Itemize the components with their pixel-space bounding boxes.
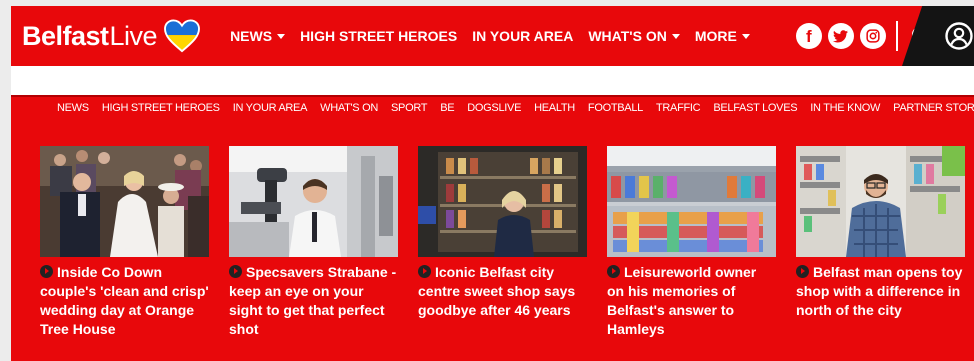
story-card[interactable]: Inside Co Down couple's 'clean and crisp…	[40, 146, 209, 339]
content-section: NEWS HIGH STREET HEROES IN YOUR AREA WHA…	[11, 95, 974, 361]
subnav-dogslive[interactable]: DOGSLIVE	[467, 102, 521, 114]
subnav-football[interactable]: FOOTBALL	[588, 102, 643, 114]
story-headline[interactable]: Belfast man opens toy shop with a differ…	[796, 263, 965, 320]
subnav-be[interactable]: BE	[440, 102, 454, 114]
story-headline[interactable]: Leisureworld owner on his memories of Be…	[607, 263, 776, 339]
story-card[interactable]: Leisureworld owner on his memories of Be…	[607, 146, 776, 339]
subnav-partner-stories[interactable]: PARTNER STORIES	[893, 102, 974, 114]
play-icon	[796, 265, 809, 278]
sweet-shop-photo[interactable]	[418, 146, 587, 257]
story-headline-text: Leisureworld owner on his memories of Be…	[607, 264, 757, 337]
white-spacer-bar	[11, 66, 974, 95]
nav-whats-on[interactable]: WHAT'S ON	[588, 28, 680, 44]
site-logo[interactable]: Belfast Live	[22, 19, 201, 53]
twitter-bird-icon	[833, 29, 849, 42]
nav-news-label: NEWS	[230, 28, 273, 44]
story-headline-text: Specsavers Strabane - keep an eye on you…	[229, 264, 397, 337]
facebook-glyph: f	[806, 27, 812, 46]
story-card[interactable]: Iconic Belfast city centre sweet shop sa…	[418, 146, 587, 339]
play-icon	[40, 265, 53, 278]
subnav-in-the-know[interactable]: IN THE KNOW	[810, 102, 880, 114]
main-navigation: NEWS HIGH STREET HEROES IN YOUR AREA WHA…	[230, 28, 750, 44]
nav-news[interactable]: NEWS	[230, 28, 286, 44]
optician-photo[interactable]	[229, 146, 398, 257]
logo-text-live: Live	[109, 20, 158, 51]
subnav-health[interactable]: HEALTH	[534, 102, 575, 114]
divider	[895, 21, 898, 51]
toy-store-photo[interactable]	[607, 146, 776, 257]
ukraine-heart-icon	[164, 19, 201, 53]
story-headline-text: Iconic Belfast city centre sweet shop sa…	[418, 264, 576, 318]
story-headline-text: Inside Co Down couple's 'clean and crisp…	[40, 264, 209, 337]
play-icon	[418, 265, 431, 278]
chevron-down-icon	[741, 33, 750, 39]
nav-more-label: MORE	[694, 28, 737, 44]
account-icon[interactable]	[945, 22, 973, 50]
subnav-high-street-heroes[interactable]: HIGH STREET HEROES	[102, 102, 220, 114]
play-icon	[229, 265, 242, 278]
divider	[11, 95, 974, 97]
subnav-sport[interactable]: SPORT	[391, 102, 428, 114]
story-headline-text: Belfast man opens toy shop with a differ…	[796, 264, 963, 318]
nav-high-street-heroes-label: HIGH STREET HEROES	[300, 28, 458, 44]
instagram-camera-icon	[866, 29, 880, 43]
subnav-news[interactable]: NEWS	[57, 102, 89, 114]
chevron-down-icon	[671, 33, 680, 39]
story-headline[interactable]: Inside Co Down couple's 'clean and crisp…	[40, 263, 209, 339]
nav-more[interactable]: MORE	[695, 28, 750, 44]
nav-in-your-area-label: IN YOUR AREA	[472, 28, 574, 44]
subnav-belfast-loves[interactable]: BELFAST LOVES	[713, 102, 797, 114]
subnav-traffic[interactable]: TRAFFIC	[656, 102, 701, 114]
story-card[interactable]: Belfast man opens toy shop with a differ…	[796, 146, 965, 339]
wedding-photo[interactable]	[40, 146, 209, 257]
top-navigation-bar: Belfast Live NEWS HIGH STREET HEROES IN Y…	[11, 6, 974, 66]
story-cards: Inside Co Down couple's 'clean and crisp…	[40, 146, 965, 339]
chevron-down-icon	[277, 33, 286, 39]
toy-shop-owner-photo[interactable]	[796, 146, 965, 257]
twitter-icon[interactable]	[827, 23, 854, 49]
logo-text-belfast: Belfast	[22, 20, 109, 51]
story-headline[interactable]: Iconic Belfast city centre sweet shop sa…	[418, 263, 587, 320]
social-links: f	[795, 23, 886, 49]
nav-in-your-area[interactable]: IN YOUR AREA	[472, 28, 573, 44]
story-card[interactable]: Specsavers Strabane - keep an eye on you…	[229, 146, 398, 339]
account-area	[902, 6, 974, 66]
page: Belfast Live NEWS HIGH STREET HEROES IN Y…	[0, 0, 974, 361]
instagram-icon[interactable]	[859, 23, 886, 49]
nav-whats-on-label: WHAT'S ON	[588, 28, 667, 44]
facebook-icon[interactable]: f	[795, 23, 822, 49]
subnav-whats-on[interactable]: WHAT'S ON	[320, 102, 378, 114]
play-icon	[607, 265, 620, 278]
nav-high-street-heroes[interactable]: HIGH STREET HEROES	[300, 28, 457, 44]
story-headline[interactable]: Specsavers Strabane - keep an eye on you…	[229, 263, 398, 339]
subnav-in-your-area[interactable]: IN YOUR AREA	[233, 102, 308, 114]
secondary-navigation: NEWS HIGH STREET HEROES IN YOUR AREA WHA…	[57, 102, 974, 114]
